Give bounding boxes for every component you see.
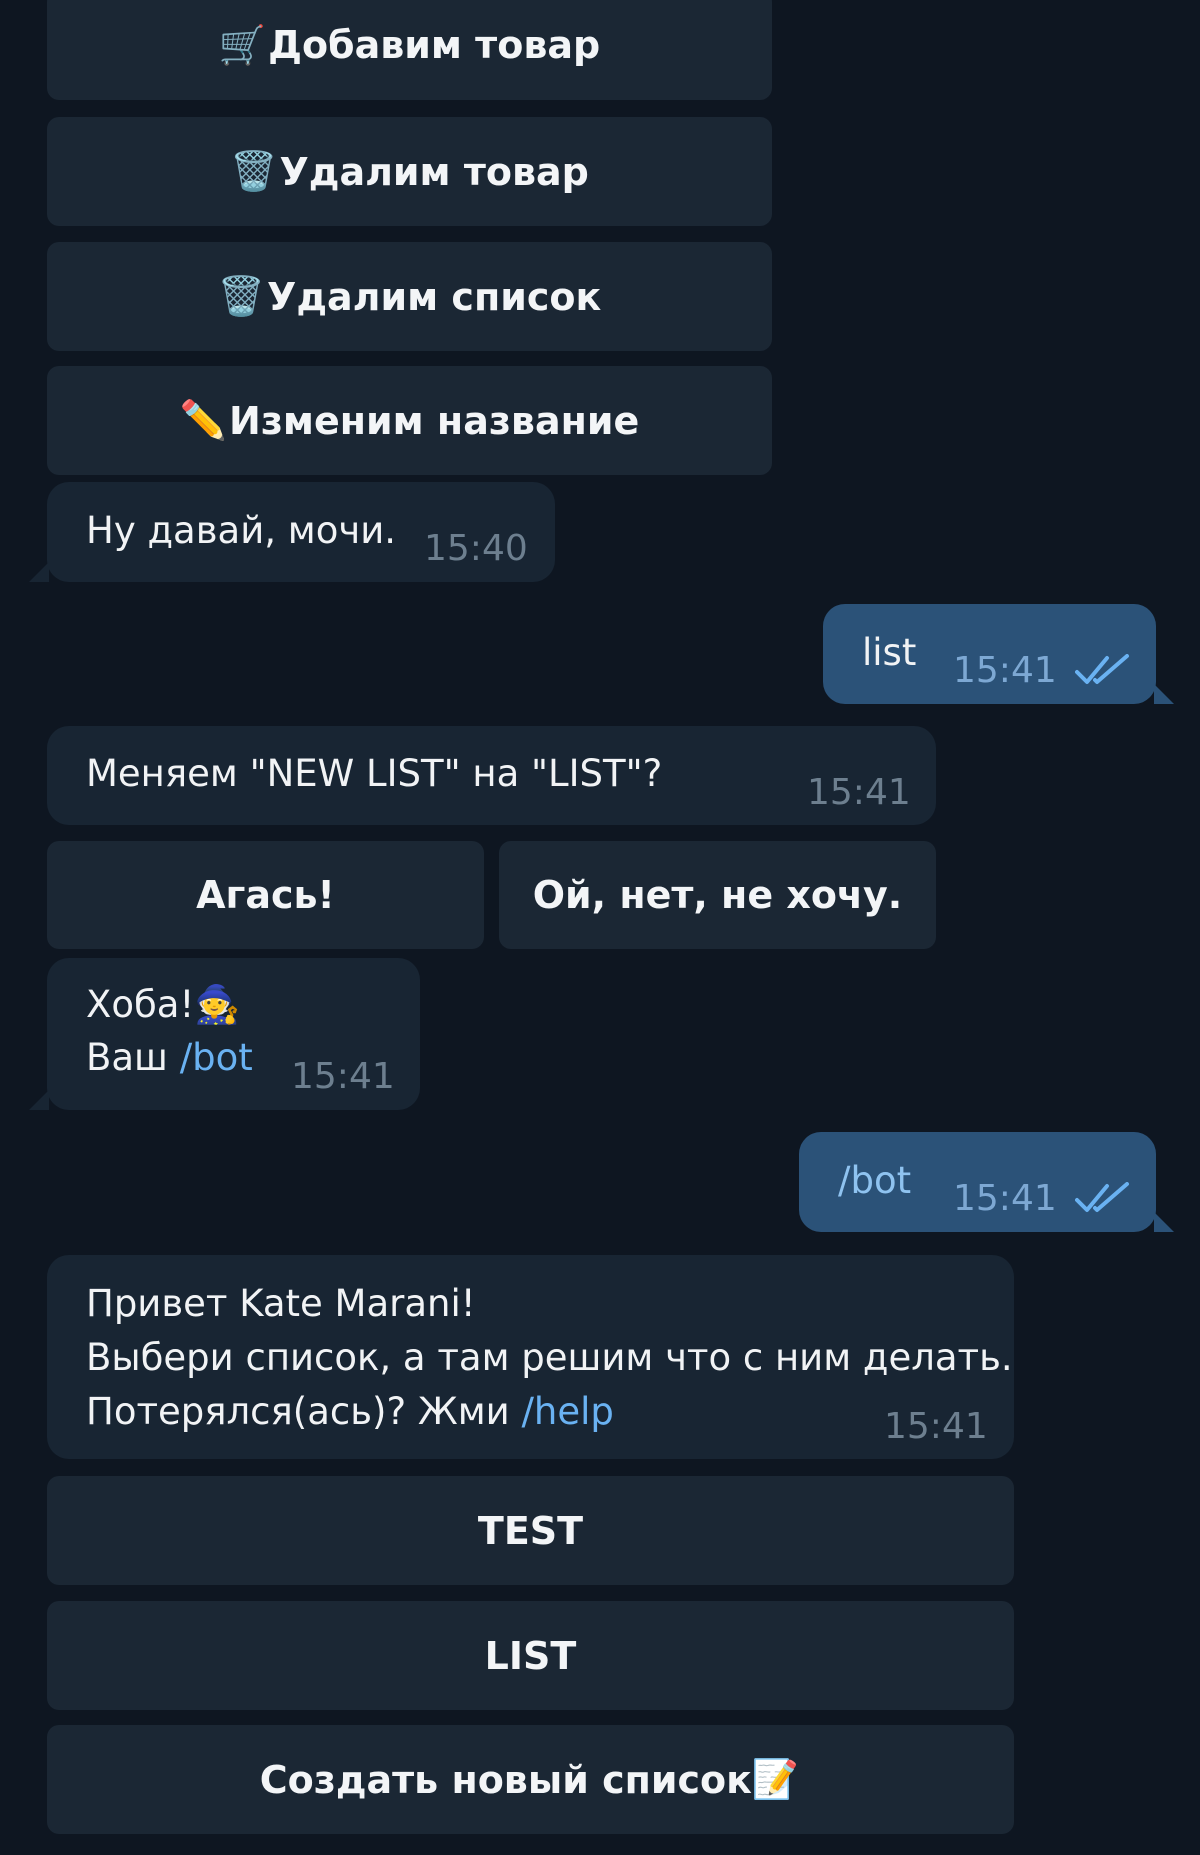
- incoming-message: Меняем "NEW LIST" на "LIST"? 15:41: [47, 726, 936, 825]
- incoming-message: Ну давай, мочи. 15:40: [29, 482, 555, 582]
- double-check-icon: [1075, 654, 1129, 684]
- pencil-icon: ✏️: [179, 398, 228, 442]
- trash-icon: 🗑️: [230, 149, 278, 193]
- help-command-link[interactable]: /help: [521, 1390, 613, 1433]
- delete-list-button[interactable]: 🗑️ Удалим список: [47, 242, 772, 351]
- confirm-no-button[interactable]: Ой, нет, не хочу.: [499, 841, 936, 949]
- add-item-label: Добавим товар: [268, 23, 601, 67]
- message-text: Меняем "NEW LIST" на "LIST"?: [86, 752, 663, 795]
- confirm-no-label: Ой, нет, не хочу.: [532, 873, 903, 917]
- delete-item-label: Удалим товар: [279, 149, 589, 194]
- confirm-yes-label: Агась!: [196, 873, 335, 917]
- bot-command-link[interactable]: /bot: [838, 1154, 911, 1208]
- message-line: Потерялся(ась)? Жми /help: [86, 1385, 614, 1439]
- message-text: Хоба!: [86, 983, 195, 1026]
- trash-icon: 🗑️: [217, 274, 266, 318]
- add-item-button[interactable]: 🛒 Добавим товар: [47, 0, 772, 100]
- message-time: 15:41: [884, 1406, 988, 1447]
- wizard-icon: 🧙: [194, 983, 241, 1026]
- outgoing-message: list 15:41: [823, 604, 1174, 704]
- list-button-list[interactable]: LIST: [47, 1601, 1014, 1710]
- create-list-button[interactable]: Создать новый список 📝: [47, 1725, 1014, 1834]
- list-button-label: TEST: [477, 1508, 584, 1553]
- incoming-message: Хоба!🧙 Ваш /bot 15:41: [29, 958, 420, 1110]
- message-text: Потерялся(ась)? Жми: [86, 1390, 510, 1433]
- message-time: 15:41: [807, 772, 911, 813]
- message-text: Выбери список, а там решим что с ним дел…: [86, 1336, 1013, 1379]
- memo-icon: 📝: [751, 1757, 800, 1801]
- message-text: Ну давай, мочи.: [86, 509, 397, 552]
- message-text: Ваш: [86, 1036, 168, 1079]
- message-time: 15:41: [953, 650, 1057, 691]
- message-time: 15:41: [291, 1056, 395, 1097]
- outgoing-message: /bot 15:41: [799, 1132, 1174, 1232]
- confirm-yes-button[interactable]: Агась!: [47, 841, 484, 949]
- list-button-label: LIST: [484, 1633, 577, 1678]
- double-check-icon: [1075, 1182, 1129, 1212]
- delete-item-button[interactable]: 🗑️ Удалим товар: [47, 117, 772, 226]
- incoming-message: Привет Kate Marani! Выбери список, а там…: [47, 1255, 1014, 1459]
- list-button-test[interactable]: TEST: [47, 1476, 1014, 1585]
- rename-button[interactable]: ✏️ Изменим название: [47, 366, 772, 475]
- message-line: Хоба!🧙: [86, 978, 240, 1032]
- cart-icon: 🛒: [218, 22, 267, 67]
- message-text: list: [862, 631, 917, 674]
- message-line: Ваш /bot: [86, 1031, 253, 1085]
- rename-label: Изменим название: [229, 398, 640, 443]
- bot-command-link[interactable]: /bot: [180, 1036, 253, 1079]
- message-time: 15:40: [424, 528, 528, 569]
- message-text: Привет Kate Marani!: [86, 1282, 476, 1325]
- message-time: 15:41: [953, 1178, 1057, 1219]
- create-list-label: Создать новый список: [259, 1757, 752, 1802]
- delete-list-label: Удалим список: [267, 274, 602, 319]
